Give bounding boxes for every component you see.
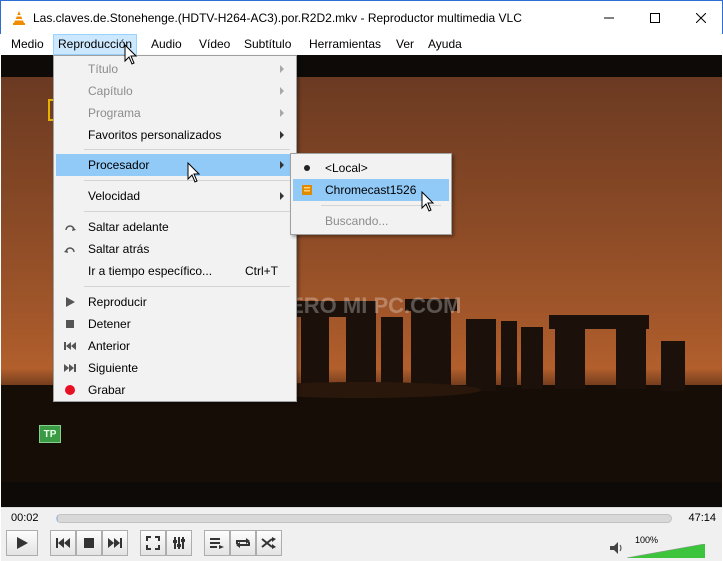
- maximize-icon: [650, 12, 660, 23]
- renderer-item-buscando: Buscando...: [325, 214, 389, 228]
- menu-item-favoritos[interactable]: Favoritos personalizados: [56, 124, 294, 146]
- next-icon: [108, 538, 122, 548]
- menu-item-reproducir[interactable]: Reproducir: [56, 291, 294, 313]
- menu-item-velocidad[interactable]: Velocidad: [56, 185, 294, 207]
- total-time: 47:14: [688, 512, 716, 524]
- menu-video[interactable]: Vídeo: [195, 34, 234, 55]
- menu-item-programa[interactable]: Programa: [56, 102, 294, 124]
- title-bar: Las.claves.de.Stonehenge.(HDTV-H264-AC3)…: [0, 0, 723, 34]
- menu-item-detener[interactable]: Detener: [56, 313, 294, 335]
- loop-icon: [236, 538, 250, 548]
- previous-icon: [56, 538, 70, 548]
- submenu-arrow-icon: [280, 131, 284, 139]
- stop-button[interactable]: [76, 530, 102, 556]
- submenu-arrow-icon: [280, 161, 284, 169]
- close-button[interactable]: [678, 1, 723, 34]
- submenu-arrow-icon: [280, 192, 284, 200]
- shortcut-label: Ctrl+T: [245, 264, 278, 278]
- submenu-arrow-icon: [280, 87, 284, 95]
- fullscreen-icon: [146, 536, 160, 550]
- play-button[interactable]: [6, 530, 38, 556]
- tp-badge: TP: [39, 425, 61, 443]
- menu-item-ir-a-tiempo[interactable]: Ir a tiempo específico... Ctrl+T: [56, 260, 294, 282]
- elapsed-time: 00:02: [11, 512, 39, 524]
- menu-audio[interactable]: Audio: [147, 34, 186, 55]
- extended-settings-button[interactable]: [166, 530, 192, 556]
- menu-item-siguiente[interactable]: Siguiente: [56, 357, 294, 379]
- shuffle-button[interactable]: [256, 530, 282, 556]
- seek-progress: [57, 515, 58, 522]
- stop-icon: [66, 320, 74, 328]
- mouse-cursor-icon: [187, 162, 201, 183]
- minimize-button[interactable]: [586, 1, 632, 34]
- menu-item-saltar-atras[interactable]: Saltar atrás: [56, 238, 294, 260]
- extended-settings-icon: [173, 537, 185, 549]
- menu-ver[interactable]: Ver: [392, 34, 418, 55]
- play-icon: [17, 537, 28, 549]
- window-title: Las.claves.de.Stonehenge.(HDTV-H264-AC3)…: [33, 11, 522, 25]
- menu-ayuda[interactable]: Ayuda: [424, 34, 466, 55]
- submenu-arrow-icon: [280, 65, 284, 73]
- menu-item-titulo[interactable]: Título: [56, 58, 294, 80]
- playback-menu: Título Capítulo Programa Favoritos perso…: [53, 55, 297, 402]
- mouse-cursor-icon: [124, 44, 138, 65]
- menu-item-grabar[interactable]: Grabar: [56, 379, 294, 401]
- loop-button[interactable]: [230, 530, 256, 556]
- next-icon: [64, 364, 76, 372]
- seek-bar[interactable]: [56, 514, 672, 523]
- playlist-icon: [210, 538, 224, 549]
- shuffle-icon: [261, 537, 276, 549]
- volume-slider[interactable]: [627, 544, 705, 558]
- chromecast-icon: [302, 185, 312, 195]
- menu-separator: [84, 149, 290, 150]
- minimize-icon: [604, 17, 614, 18]
- jump-forward-icon: [65, 225, 76, 231]
- close-icon: [696, 12, 706, 23]
- play-icon: [66, 297, 75, 307]
- menu-separator: [84, 286, 290, 287]
- renderer-item-local[interactable]: <Local>: [293, 157, 449, 179]
- menu-item-procesador[interactable]: Procesador: [56, 154, 294, 176]
- menu-separator: [84, 211, 290, 212]
- speaker-icon[interactable]: [610, 542, 624, 554]
- previous-icon: [64, 342, 76, 350]
- next-button[interactable]: [102, 530, 128, 556]
- menu-bar: Medio Reproducción Audio Vídeo Subtítulo…: [1, 34, 722, 55]
- menu-herramientas[interactable]: Herramientas: [305, 34, 385, 55]
- playlist-button[interactable]: [204, 530, 230, 556]
- previous-button[interactable]: [50, 530, 76, 556]
- mouse-cursor-icon: [421, 191, 435, 212]
- fullscreen-button[interactable]: [140, 530, 166, 556]
- menu-subtitulo[interactable]: Subtítulo: [240, 34, 295, 55]
- menu-item-anterior[interactable]: Anterior: [56, 335, 294, 357]
- selected-bullet-icon: [304, 165, 310, 171]
- record-icon: [65, 385, 75, 395]
- submenu-arrow-icon: [280, 109, 284, 117]
- controls-panel: 00:02 47:14 100%: [1, 507, 722, 561]
- vlc-cone-icon: [13, 11, 25, 25]
- stop-icon: [84, 538, 94, 548]
- menu-item-capitulo[interactable]: Capítulo: [56, 80, 294, 102]
- maximize-button[interactable]: [632, 1, 678, 34]
- menu-item-saltar-adelante[interactable]: Saltar adelante: [56, 216, 294, 238]
- jump-backward-icon: [64, 247, 75, 253]
- menu-medio[interactable]: Medio: [7, 34, 48, 55]
